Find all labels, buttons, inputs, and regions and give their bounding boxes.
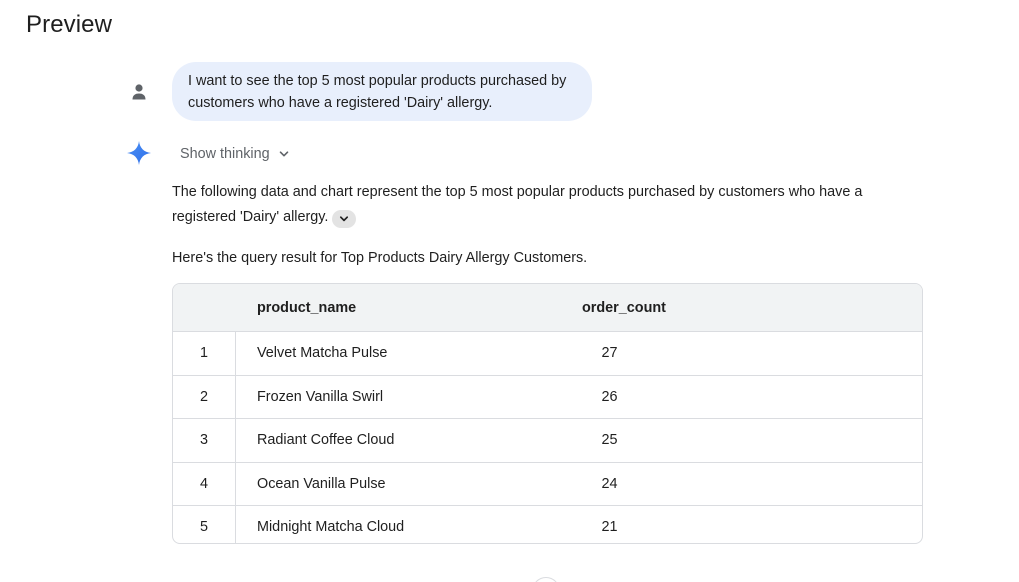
order-count-cell: 24 [601, 475, 618, 492]
column-divider [235, 419, 236, 462]
preview-page: Preview I want to see the top 5 most pop… [0, 0, 1019, 582]
expand-sources-button[interactable] [332, 210, 357, 228]
show-thinking-label: Show thinking [180, 146, 270, 162]
chevron-down-icon [340, 216, 349, 222]
response-body: The following data and chart represent t… [172, 184, 863, 225]
user-message-bubble: I want to see the top 5 most popular pro… [172, 62, 592, 121]
table-header: product_name order_count [173, 284, 922, 332]
column-divider [235, 506, 236, 543]
row-index: 2 [199, 388, 208, 405]
sparkle-icon [127, 141, 151, 165]
scroll-down-button[interactable] [532, 577, 560, 582]
query-result-label: Here's the query result for Top Products… [172, 250, 588, 266]
column-divider [235, 462, 236, 505]
order-count-cell: 27 [601, 345, 618, 362]
column-header-order-count[interactable]: order_count [582, 300, 666, 316]
query-result-table: product_name order_count 1 Velvet Matcha… [172, 283, 923, 544]
product-name-cell: Velvet Matcha Pulse [257, 345, 388, 362]
row-index: 5 [199, 519, 208, 536]
response-text: The following data and chart represent t… [172, 180, 892, 230]
product-name-cell: Midnight Matcha Cloud [257, 519, 405, 536]
row-index: 3 [199, 432, 208, 449]
row-index: 1 [199, 345, 208, 362]
order-count-cell: 21 [601, 519, 618, 536]
person-icon [132, 84, 146, 100]
table-row: 5 Midnight Matcha Cloud 21 [173, 506, 922, 543]
page-title: Preview [26, 11, 113, 38]
table-row: 4 Ocean Vanilla Pulse 24 [173, 462, 922, 506]
user-message-text: I want to see the top 5 most popular pro… [188, 73, 567, 111]
product-name-cell: Frozen Vanilla Swirl [257, 388, 384, 405]
column-header-product-name[interactable]: product_name [257, 300, 356, 316]
show-thinking-button[interactable]: Show thinking [172, 143, 298, 165]
table-row: 2 Frozen Vanilla Swirl 26 [173, 375, 922, 419]
column-divider [235, 375, 236, 418]
chevron-down-icon [279, 151, 288, 157]
product-name-cell: Radiant Coffee Cloud [257, 432, 395, 449]
table-row: 1 Velvet Matcha Pulse 27 [173, 332, 922, 376]
order-count-cell: 25 [601, 432, 618, 449]
row-index: 4 [199, 475, 208, 492]
column-divider [235, 332, 236, 375]
order-count-cell: 26 [601, 388, 618, 405]
product-name-cell: Ocean Vanilla Pulse [257, 475, 386, 492]
table-row: 3 Radiant Coffee Cloud 25 [173, 419, 922, 463]
